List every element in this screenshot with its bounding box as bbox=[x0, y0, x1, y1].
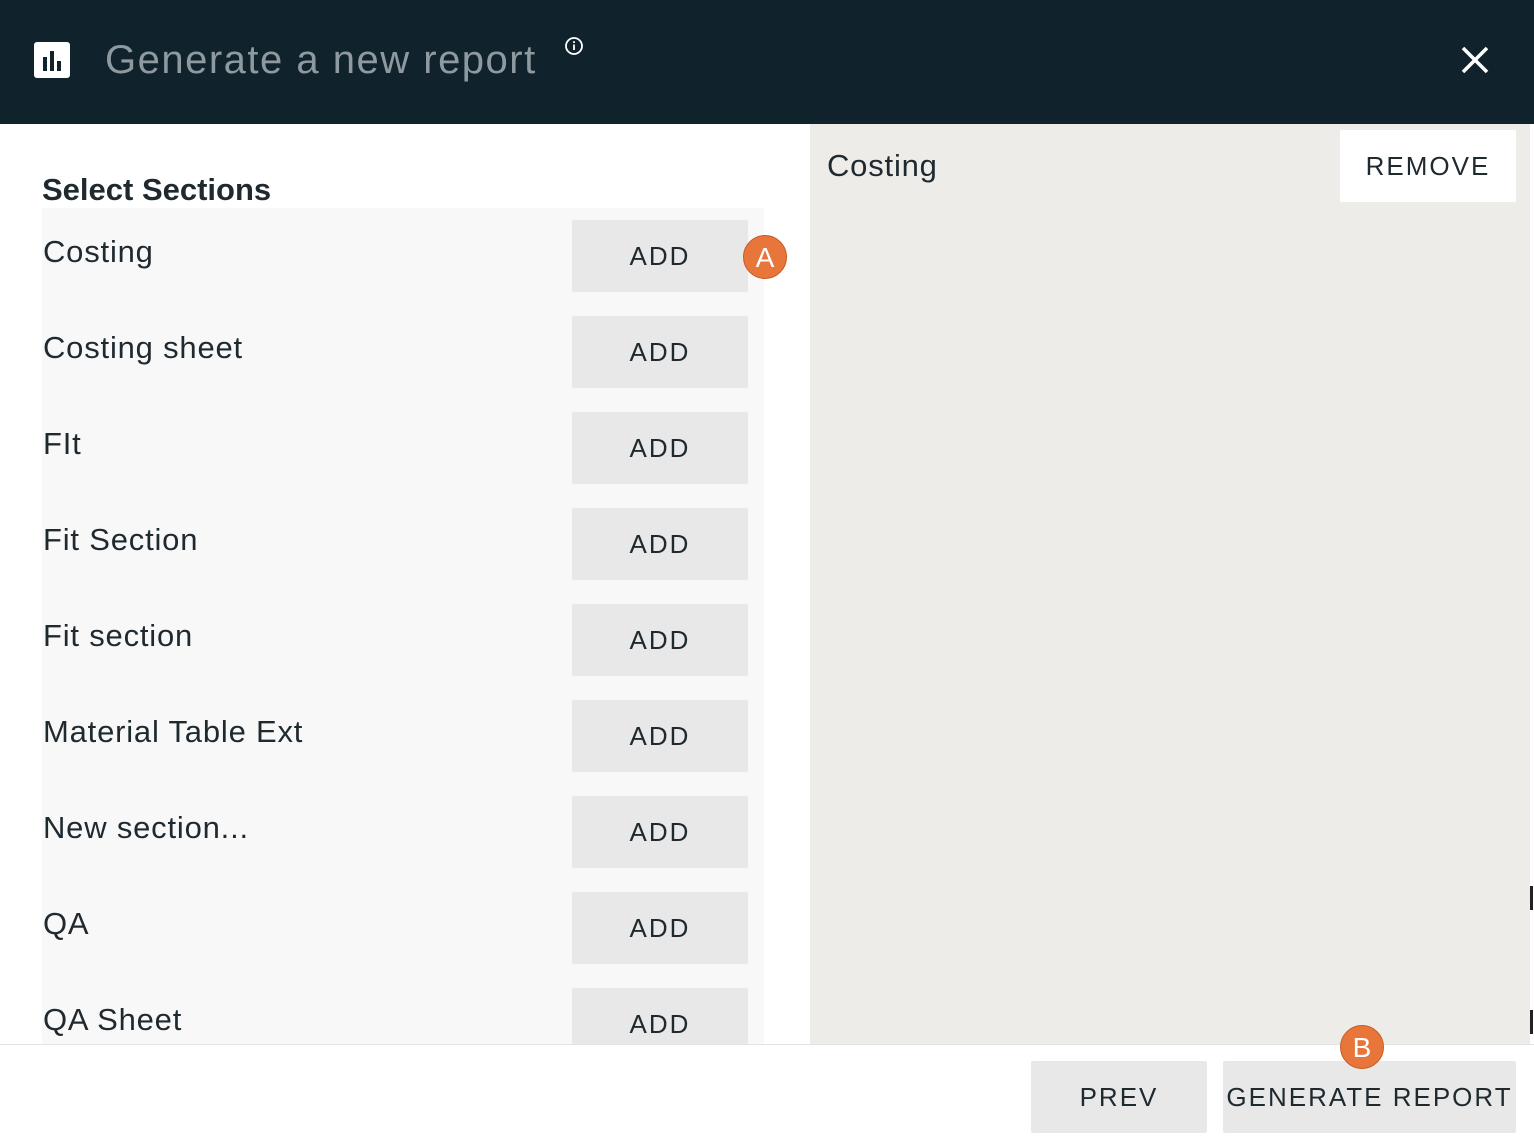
annotation-marker-a: A bbox=[743, 235, 787, 279]
section-row-new-section: New section... ADD bbox=[42, 784, 764, 880]
add-qa-sheet-button[interactable]: ADD bbox=[572, 988, 748, 1044]
section-row-fit-section-lower: Fit section ADD bbox=[42, 592, 764, 688]
section-row-fit: FIt ADD bbox=[42, 400, 764, 496]
add-qa-button[interactable]: ADD bbox=[572, 892, 748, 964]
section-label: Costing bbox=[43, 234, 154, 269]
add-material-table-ext-button[interactable]: ADD bbox=[572, 700, 748, 772]
section-row-qa-sheet: QA Sheet ADD bbox=[42, 976, 764, 1044]
selected-section-label: Costing bbox=[827, 148, 938, 183]
generate-report-button[interactable]: GENERATE REPORT bbox=[1223, 1061, 1516, 1133]
add-fit-section-button[interactable]: ADD bbox=[572, 508, 748, 580]
select-sections-heading: Select Sections bbox=[42, 172, 272, 207]
add-new-section-button[interactable]: ADD bbox=[572, 796, 748, 868]
section-label: Fit section bbox=[43, 618, 194, 653]
section-row-costing-sheet: Costing sheet ADD bbox=[42, 304, 764, 400]
section-label: Material Table Ext bbox=[43, 714, 304, 749]
section-label: FIt bbox=[43, 426, 82, 461]
add-fit-button[interactable]: ADD bbox=[572, 412, 748, 484]
section-label: New section... bbox=[43, 810, 249, 845]
add-costing-sheet-button[interactable]: ADD bbox=[572, 316, 748, 388]
section-row-qa: QA ADD bbox=[42, 880, 764, 976]
section-row-fit-section: Fit Section ADD bbox=[42, 496, 764, 592]
dialog-title: Generate a new report bbox=[105, 38, 537, 82]
close-icon[interactable] bbox=[1457, 42, 1493, 78]
bar-chart-icon bbox=[34, 42, 70, 78]
dialog-header: Generate a new report bbox=[0, 0, 1534, 124]
add-costing-button[interactable]: ADD bbox=[572, 220, 748, 292]
prev-button[interactable]: PREV bbox=[1031, 1061, 1207, 1133]
section-label: Fit Section bbox=[43, 522, 199, 557]
selected-sections-panel[interactable]: Costing REMOVE bbox=[810, 124, 1530, 1044]
add-fit-section-lower-button[interactable]: ADD bbox=[572, 604, 748, 676]
section-label: QA bbox=[43, 906, 90, 941]
info-icon[interactable] bbox=[565, 37, 583, 55]
section-picker-panel: Select Sections Costing ADD Costing shee… bbox=[0, 124, 810, 1044]
section-row-costing: Costing ADD bbox=[42, 208, 764, 304]
section-label: QA Sheet bbox=[43, 1002, 183, 1037]
dialog-footer: PREV GENERATE REPORT bbox=[0, 1044, 1534, 1145]
section-row-material-table-ext: Material Table Ext ADD bbox=[42, 688, 764, 784]
remove-costing-button[interactable]: REMOVE bbox=[1340, 130, 1516, 202]
scrollbar[interactable] bbox=[1530, 124, 1534, 1044]
section-label: Costing sheet bbox=[43, 330, 243, 365]
annotation-marker-b: B bbox=[1340, 1025, 1384, 1069]
available-sections-list[interactable]: Costing ADD Costing sheet ADD FIt ADD Fi… bbox=[42, 208, 764, 1044]
